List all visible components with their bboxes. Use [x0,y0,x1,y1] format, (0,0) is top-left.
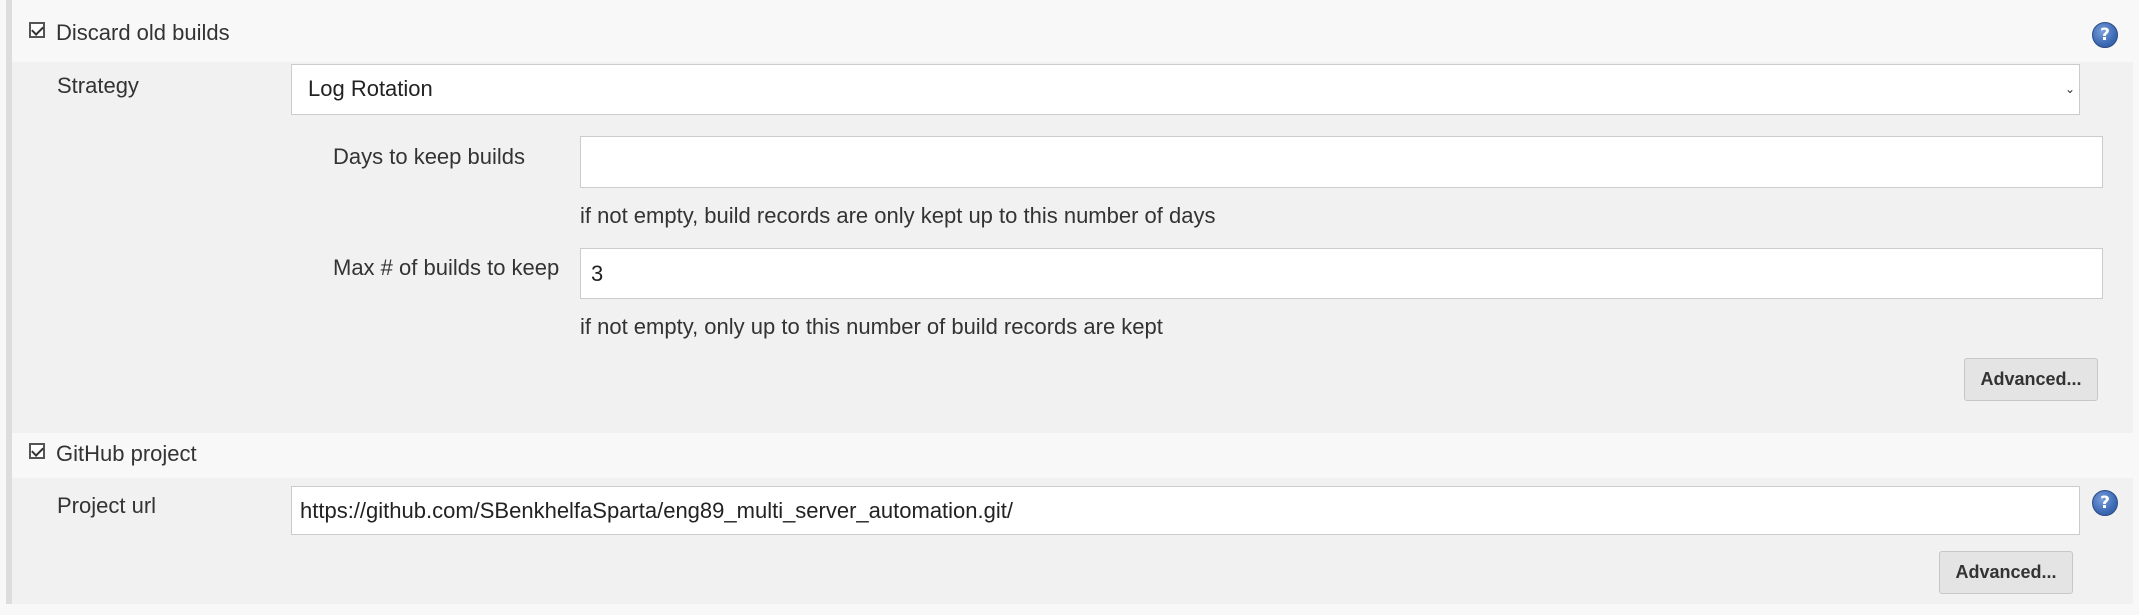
project-url-input[interactable] [291,486,2080,535]
discard-old-builds-header: Discard old builds ? [12,0,2139,62]
github-project-checkbox[interactable] [29,443,45,459]
discard-old-builds-checkbox[interactable] [29,22,45,38]
strategy-select[interactable]: Log Rotation ⌄ [291,64,2080,115]
days-to-keep-hint: if not empty, build records are only kep… [580,203,1216,228]
max-builds-hint: if not empty, only up to this number of … [580,314,1163,339]
help-icon[interactable]: ? [2092,490,2118,516]
strategy-label: Strategy [57,73,139,98]
days-to-keep-label: Days to keep builds [333,144,525,169]
github-advanced-button[interactable]: Advanced... [1939,551,2073,594]
bottom-strip [0,604,2139,615]
help-icon[interactable]: ? [2092,22,2118,48]
checkmark-icon [31,23,44,36]
discard-old-builds-body: Strategy Log Rotation ⌄ Days to keep bui… [12,62,2133,433]
max-builds-label: Max # of builds to keep [333,255,560,280]
discard-old-builds-label: Discard old builds [56,20,230,45]
checkmark-icon [31,444,44,457]
project-url-label: Project url [57,493,157,518]
github-project-header: GitHub project [12,433,2139,478]
max-builds-input[interactable] [580,248,2103,299]
strategy-selected-value: Log Rotation [308,76,433,101]
days-to-keep-input[interactable] [580,136,2103,188]
chevron-down-icon: ⌄ [2064,82,2075,96]
github-project-label: GitHub project [56,441,197,466]
github-project-body: Project url ? Advanced... [12,478,2133,604]
discard-advanced-button[interactable]: Advanced... [1964,358,2098,401]
